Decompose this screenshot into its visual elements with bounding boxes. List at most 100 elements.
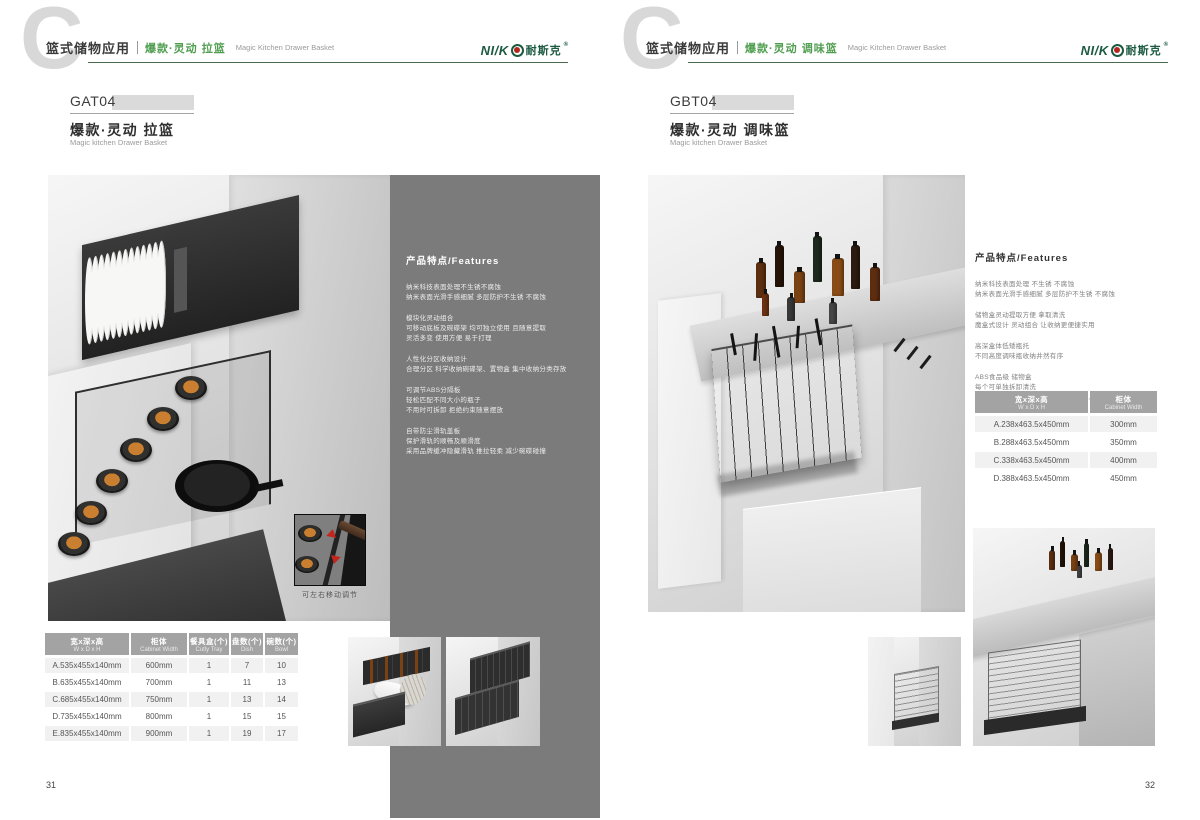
features-title: 产品特点/Features bbox=[975, 250, 1175, 264]
spec-table: 宽x深x高W x D x H柜体Cabinet WidthA.238x463.5… bbox=[975, 391, 1159, 488]
table-row: A.238x463.5x450mm300mm bbox=[975, 416, 1159, 432]
table-cell: 1 bbox=[189, 726, 229, 741]
feature-line: 可移动底板及碗碟架 均可独立使用 且随意提取 bbox=[406, 324, 584, 334]
table-cell: 1 bbox=[189, 658, 229, 673]
feature-line: 储物盒灵动提取方便 拿取清洗 bbox=[975, 311, 1175, 321]
spice-bottle-glyph bbox=[1095, 552, 1102, 571]
table-cell: 15 bbox=[231, 709, 263, 724]
product-title-cn: 爆款·灵动 拉篮 bbox=[70, 120, 175, 140]
spice-bottle-glyph bbox=[829, 302, 837, 324]
spice-bottle-glyph bbox=[870, 267, 880, 301]
spice-basket bbox=[711, 324, 861, 482]
table-header-cell: 柜体Cabinet Width bbox=[1090, 391, 1157, 413]
table-cell: 450mm bbox=[1090, 470, 1157, 486]
table-row: D.735x455x140mm800mm11515 bbox=[45, 709, 298, 724]
table-cell: 800mm bbox=[131, 709, 187, 724]
feature-line: 纳米表面光滑手感细腻 多层防护不生锈 不腐蚀 bbox=[975, 290, 1175, 300]
feature-line: 可调节ABS分隔板 bbox=[406, 386, 584, 396]
feature-line: 纳米科技表面处理 不生锈 不腐蚀 bbox=[975, 280, 1175, 290]
feature-line: 灵活多变 使用方便 易于打理 bbox=[406, 334, 584, 344]
table-cell: 7 bbox=[231, 658, 263, 673]
spice-bottle-glyph bbox=[762, 293, 769, 316]
page-number: 31 bbox=[46, 780, 56, 790]
table-cell: 19 bbox=[231, 726, 263, 741]
spice-bottle-glyph bbox=[832, 258, 844, 296]
table-cell: B.288x463.5x450mm bbox=[975, 434, 1088, 450]
feature-group: 可调节ABS分隔板轻松匹配不同大小的瓶子不用时可拆卸 拒绝约束随意摆放 bbox=[406, 386, 584, 416]
registered-mark: ® bbox=[564, 42, 568, 48]
logo-text-cn: 耐斯克 bbox=[526, 42, 562, 58]
adjust-detail-inset-photo bbox=[295, 515, 365, 585]
table-cell: A.238x463.5x450mm bbox=[975, 416, 1088, 432]
header-rule bbox=[88, 62, 568, 63]
table-cell: 13 bbox=[231, 692, 263, 707]
food-bowl bbox=[58, 532, 90, 556]
table-cell: B.635x455x140mm bbox=[45, 675, 129, 690]
feature-group: 自带防尘滑轨盖板保护滑轨的顺畅及顺滑度采用品牌缓冲隐藏滑轨 推拉轻柔 减少碗碟碰… bbox=[406, 427, 584, 457]
table-cell: 350mm bbox=[1090, 434, 1157, 450]
inset-caption: 可左右移动调节 bbox=[280, 590, 380, 600]
feature-line: ABS食品级 储物盒 bbox=[975, 373, 1175, 383]
table-cell: 600mm bbox=[131, 658, 187, 673]
feature-line: 合理分区 科学收纳碗碟架、置物盒 集中收纳分类存放 bbox=[406, 365, 584, 375]
table-row: A.535x455x140mm600mm1710 bbox=[45, 658, 298, 673]
header-divider bbox=[137, 41, 138, 54]
brand-logo: NI/K 耐斯克 ® bbox=[1056, 42, 1168, 58]
header-subtitle-en: Magic Kitchen Drawer Basket bbox=[848, 43, 946, 52]
table-cell: 17 bbox=[265, 726, 298, 741]
spice-bottle-glyph bbox=[1049, 550, 1055, 570]
food-bowl bbox=[75, 501, 107, 525]
frying-pan bbox=[175, 460, 259, 512]
model-band bbox=[712, 95, 794, 110]
table-row: B.288x463.5x450mm350mm bbox=[975, 434, 1159, 450]
table-row: E.835x455x140mm900mm11917 bbox=[45, 726, 298, 741]
table-cell: C.685x455x140mm bbox=[45, 692, 129, 707]
food-bowl bbox=[175, 376, 207, 400]
spice-bottle-glyph bbox=[813, 236, 822, 282]
registered-mark: ® bbox=[1164, 42, 1168, 48]
product-title-en: Magic kitchen Drawer Basket bbox=[670, 138, 767, 147]
table-row: B.635x455x140mm700mm11113 bbox=[45, 675, 298, 690]
feature-group: 模块化灵动组合可移动底板及碗碟架 均可独立使用 且随意提取灵活多变 使用方便 易… bbox=[406, 314, 584, 344]
food-bowl bbox=[147, 407, 179, 431]
spice-bottle-glyph bbox=[794, 271, 805, 303]
table-cell: 750mm bbox=[131, 692, 187, 707]
table-header-cell: 宽x深x高W x D x H bbox=[975, 391, 1088, 413]
table-row: C.685x455x140mm750mm11314 bbox=[45, 692, 298, 707]
table-cell: D.735x455x140mm bbox=[45, 709, 129, 724]
spice-bottle-glyph bbox=[1077, 565, 1082, 578]
plate-glyph bbox=[157, 239, 166, 329]
table-header-cell: 餐具盒(个)Cutly Tray bbox=[189, 633, 229, 655]
feature-line: 魔盒式设计 灵动组合 让收纳更便捷实用 bbox=[975, 321, 1175, 331]
page-right: C 篮式储物应用 爆款·灵动 调味篮 Magic Kitchen Drawer … bbox=[600, 0, 1200, 820]
table-row: D.388x463.5x450mm450mm bbox=[975, 470, 1159, 486]
feature-line: 不同高度调味瓶收纳井然有序 bbox=[975, 352, 1175, 362]
table-cell: 10 bbox=[265, 658, 298, 673]
feature-group: 储物盒灵动提取方便 拿取清洗魔盒式设计 灵动组合 让收纳更便捷实用 bbox=[975, 311, 1175, 331]
header-rule bbox=[688, 62, 1168, 63]
features-block: 产品特点/Features 纳米科技表面处理不生锈不腐蚀纳米表面光滑手感细腻 多… bbox=[390, 175, 600, 457]
food-bowl bbox=[120, 438, 152, 462]
features-block: 产品特点/Features 纳米科技表面处理 不生锈 不腐蚀纳米表面光滑手感细腻… bbox=[975, 250, 1175, 414]
counter-front bbox=[1079, 613, 1155, 746]
page-header: 篮式储物应用 爆款·灵动 拉篮 Magic Kitchen Drawer Bas… bbox=[46, 38, 334, 57]
bowl-glyph bbox=[298, 525, 322, 542]
header-subtitle-en: Magic Kitchen Drawer Basket bbox=[236, 43, 334, 52]
feature-line: 保护滑轨的顺畅及顺滑度 bbox=[406, 437, 584, 447]
table-cell: 1 bbox=[189, 675, 229, 690]
cabinet-door bbox=[868, 637, 894, 746]
table-cell: 11 bbox=[231, 675, 263, 690]
feature-line: 纳米表面光滑手感细腻 多层防护不生锈 不腐蚀 bbox=[406, 293, 584, 303]
header-category: 篮式储物应用 bbox=[46, 38, 130, 57]
logo-o-icon bbox=[1111, 44, 1124, 57]
feature-line: 纳米科技表面处理不生锈不腐蚀 bbox=[406, 283, 584, 293]
feature-group: 纳米科技表面处理 不生锈 不腐蚀纳米表面光滑手感细腻 多层防护不生锈 不腐蚀 bbox=[975, 280, 1175, 300]
features-title: 产品特点/Features bbox=[406, 253, 584, 267]
model-band bbox=[112, 95, 194, 110]
header-subtitle: 爆款·灵动 拉篮 bbox=[145, 40, 226, 56]
pullout-basket bbox=[353, 692, 405, 738]
spice-bottle-glyph bbox=[851, 245, 860, 289]
utensil-cup bbox=[174, 247, 187, 312]
table-header-cell: 柜体Cabinet Width bbox=[131, 633, 187, 655]
main-product-photo-drawer-basket: 可左右移动调节 bbox=[48, 175, 390, 621]
